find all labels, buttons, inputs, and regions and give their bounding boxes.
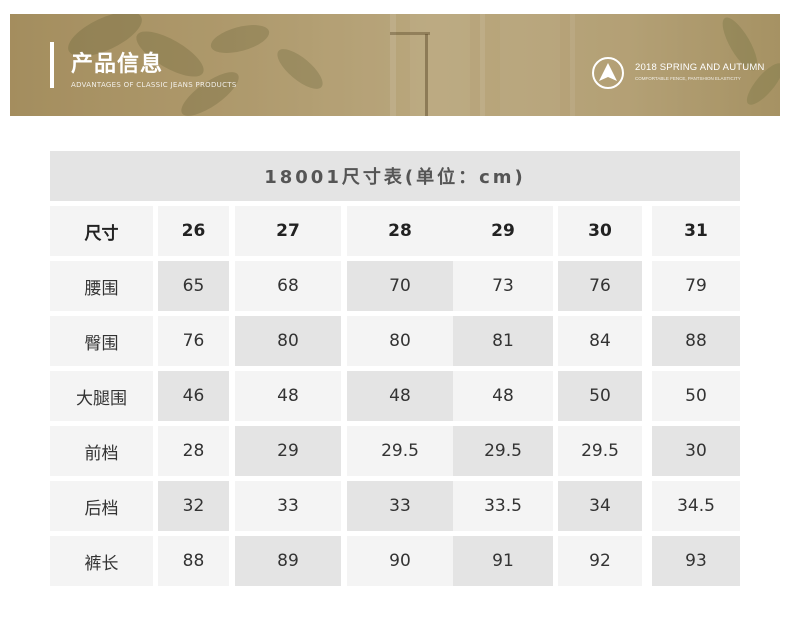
table-cell: 68: [235, 261, 341, 311]
banner-title: 产品信息: [71, 52, 164, 77]
row-label: 腰围: [50, 261, 153, 311]
table-cell: 92: [558, 536, 642, 586]
table-cell: 32: [158, 481, 229, 531]
table-cell: 89: [235, 536, 341, 586]
table-cell: 33: [235, 481, 341, 531]
size-header-label: 尺寸: [50, 206, 153, 256]
row-label: 前档: [50, 426, 153, 476]
table-cell: 33: [347, 481, 453, 531]
size-header-28: 28: [347, 206, 453, 256]
table-cell: 65: [158, 261, 229, 311]
size-header-27: 27: [235, 206, 341, 256]
row-label: 大腿围: [50, 371, 153, 421]
title-accent-bar: [50, 42, 54, 88]
table-cell: 48: [347, 371, 453, 421]
table-cell: 28: [158, 426, 229, 476]
table-cell: 80: [347, 316, 453, 366]
table-cell: 29.5: [453, 426, 553, 476]
table-cell: 29.5: [558, 426, 642, 476]
size-header-30: 30: [558, 206, 642, 256]
table-cell: 81: [453, 316, 553, 366]
table-cell: 33.5: [453, 481, 553, 531]
table-cell: 79: [652, 261, 740, 311]
table-cell: 73: [453, 261, 553, 311]
brand-slogan: 2018 SPRING AND AUTUMN: [635, 62, 765, 73]
table-cell: 50: [652, 371, 740, 421]
size-header-31: 31: [652, 206, 740, 256]
table-cell: 76: [158, 316, 229, 366]
header-banner: 产品信息 ADVANTAGES OF CLASSIC JEANS PRODUCT…: [10, 14, 780, 116]
row-label: 裤长: [50, 536, 153, 586]
table-cell: 48: [235, 371, 341, 421]
table-cell: 70: [347, 261, 453, 311]
table-cell: 91: [453, 536, 553, 586]
table-cell: 48: [453, 371, 553, 421]
size-table-title: 18001尺寸表(单位：cm): [50, 151, 740, 201]
table-cell: 34.5: [652, 481, 740, 531]
table-cell: 93: [652, 536, 740, 586]
size-header-29: 29: [453, 206, 553, 256]
row-label: 后档: [50, 481, 153, 531]
size-header-26: 26: [158, 206, 229, 256]
table-cell: 88: [652, 316, 740, 366]
table-cell: 29.5: [347, 426, 453, 476]
table-cell: 34: [558, 481, 642, 531]
banner-subtitle: ADVANTAGES OF CLASSIC JEANS PRODUCTS: [71, 81, 237, 89]
row-label: 臀围: [50, 316, 153, 366]
table-cell: 80: [235, 316, 341, 366]
triangle-circle-logo-icon: [592, 57, 624, 89]
table-cell: 76: [558, 261, 642, 311]
table-cell: 30: [652, 426, 740, 476]
table-cell: 29: [235, 426, 341, 476]
table-cell: 46: [158, 371, 229, 421]
table-cell: 84: [558, 316, 642, 366]
brand-tagline: COMFORTABLE FENCE, PANTSHION ELASTICITY: [635, 76, 741, 81]
table-cell: 90: [347, 536, 453, 586]
table-cell: 50: [558, 371, 642, 421]
table-cell: 88: [158, 536, 229, 586]
